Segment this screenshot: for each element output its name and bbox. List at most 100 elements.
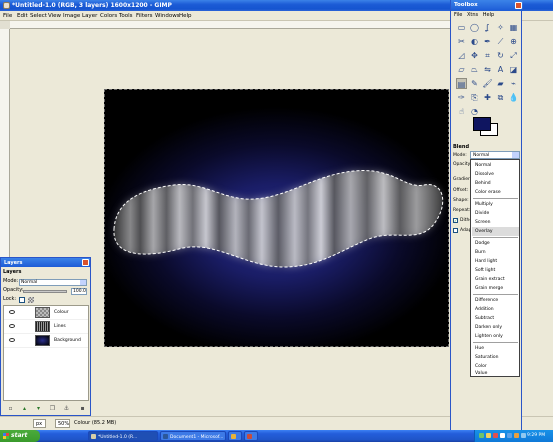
ruler-corner-button[interactable] bbox=[0, 21, 10, 29]
opacity-spinbox[interactable]: 100.0 bbox=[71, 288, 87, 295]
mode-option-dodge[interactable]: Dodge bbox=[472, 239, 519, 248]
menu-help[interactable]: Help bbox=[179, 13, 192, 19]
layer-list[interactable]: Colour Lines Background bbox=[3, 305, 89, 401]
pencil-icon[interactable]: ✎ bbox=[469, 78, 480, 89]
layer-mode-select[interactable]: Normal bbox=[19, 279, 87, 286]
color-picker-icon[interactable]: ⟋ bbox=[495, 36, 506, 47]
toolbox-menu-help[interactable]: Help bbox=[483, 12, 494, 18]
perspective-clone-icon[interactable]: ⧉ bbox=[495, 92, 506, 103]
dodge-burn-icon[interactable]: ◔ bbox=[469, 106, 480, 117]
move-icon[interactable]: ✥ bbox=[469, 50, 480, 61]
tray-app-icon[interactable] bbox=[514, 433, 519, 438]
layer-row-background[interactable]: Background bbox=[4, 334, 88, 348]
clock[interactable]: 9:29 PM bbox=[527, 433, 545, 438]
blend-icon[interactable]: ▤ bbox=[456, 78, 467, 89]
mode-option-burn[interactable]: Burn bbox=[472, 248, 519, 257]
taskbar-button-3[interactable] bbox=[228, 431, 242, 441]
perspective-icon[interactable]: ⏢ bbox=[469, 64, 480, 75]
adaptive-checkbox[interactable] bbox=[453, 228, 458, 233]
blend-mode-select[interactable]: Normal bbox=[470, 151, 520, 159]
lower-layer-icon[interactable]: ▾ bbox=[35, 405, 42, 412]
measure-icon[interactable]: ◿ bbox=[456, 50, 467, 61]
menu-tools[interactable]: Tools bbox=[119, 13, 133, 19]
menu-layer[interactable]: Layer bbox=[82, 13, 97, 19]
close-icon[interactable] bbox=[515, 2, 522, 9]
scale-icon[interactable]: ⤢ bbox=[508, 50, 519, 61]
tray-app-icon[interactable] bbox=[486, 433, 491, 438]
flip-icon[interactable]: ⇋ bbox=[482, 64, 493, 75]
layer-row-lines[interactable]: Lines bbox=[4, 320, 88, 334]
image-canvas[interactable] bbox=[104, 89, 449, 347]
eye-icon[interactable] bbox=[9, 310, 15, 314]
mode-option-grain-extract[interactable]: Grain extract bbox=[472, 275, 519, 284]
taskbar-button-4[interactable] bbox=[244, 431, 258, 441]
smudge-icon[interactable]: ☝ bbox=[456, 106, 467, 117]
anchor-layer-icon[interactable]: ⚓ bbox=[63, 405, 70, 412]
menu-image[interactable]: Image bbox=[63, 13, 80, 19]
tray-app-icon[interactable] bbox=[507, 433, 512, 438]
toolbox-titlebar[interactable]: Toolbox bbox=[451, 0, 523, 11]
paths-icon[interactable]: ✒ bbox=[482, 36, 493, 47]
menu-filters[interactable]: Filters bbox=[136, 13, 153, 19]
menu-file[interactable]: File bbox=[3, 13, 12, 19]
volume-icon[interactable] bbox=[500, 433, 505, 438]
eye-icon[interactable] bbox=[9, 324, 15, 328]
airbrush-icon[interactable]: ⌁ bbox=[508, 78, 519, 89]
bucket-fill-icon[interactable]: ◪ bbox=[508, 64, 519, 75]
taskbar-button-word[interactable]: Document1 - Microsof... bbox=[160, 431, 226, 441]
menu-colors[interactable]: Colors bbox=[100, 13, 117, 19]
mode-option-normal[interactable]: Normal bbox=[472, 161, 519, 170]
delete-layer-icon[interactable]: ▪ bbox=[79, 405, 86, 412]
free-select-icon[interactable]: ʆ bbox=[482, 22, 493, 33]
mode-option-hard-light[interactable]: Hard light bbox=[472, 257, 519, 266]
foreground-color-swatch-front[interactable] bbox=[473, 117, 491, 131]
eraser-icon[interactable]: ▰ bbox=[495, 78, 506, 89]
paintbrush-icon[interactable]: 🖌 bbox=[482, 78, 493, 89]
zoom-icon[interactable]: ⊕ bbox=[508, 36, 519, 47]
mode-option-difference[interactable]: Difference bbox=[472, 296, 519, 305]
opacity-slider[interactable] bbox=[23, 290, 67, 293]
mode-option-hue[interactable]: Hue bbox=[472, 344, 519, 353]
mode-option-dissolve[interactable]: Dissolve bbox=[472, 170, 519, 179]
clone-icon[interactable]: ⎘ bbox=[469, 92, 480, 103]
taskbar-button-gimp[interactable]: *Untitled-1.0 (R... bbox=[88, 431, 158, 441]
rotate-icon[interactable]: ↻ bbox=[495, 50, 506, 61]
tray-app-icon[interactable] bbox=[521, 433, 526, 438]
dither-checkbox[interactable]: ✓ bbox=[453, 218, 458, 223]
close-icon[interactable] bbox=[82, 259, 89, 266]
unit-select[interactable]: px bbox=[33, 419, 46, 428]
mode-option-saturation[interactable]: Saturation bbox=[472, 353, 519, 362]
color-select-icon[interactable]: ▦ bbox=[508, 22, 519, 33]
toolbox-menu-file[interactable]: File bbox=[454, 12, 462, 18]
mode-option-screen[interactable]: Screen bbox=[472, 218, 519, 227]
scissors-icon[interactable]: ✂ bbox=[456, 36, 467, 47]
convolve-icon[interactable]: 💧 bbox=[508, 92, 519, 103]
toolbox-menu-xtns[interactable]: Xtns bbox=[467, 12, 478, 18]
new-layer-icon[interactable]: ▫ bbox=[7, 405, 14, 412]
eye-icon[interactable] bbox=[9, 338, 15, 342]
security-icon[interactable] bbox=[493, 433, 498, 438]
mode-option-darken-only[interactable]: Darken only bbox=[472, 323, 519, 332]
start-button[interactable]: start bbox=[0, 430, 40, 442]
menu-view[interactable]: View bbox=[48, 13, 61, 19]
mode-option-value[interactable]: Value bbox=[472, 369, 519, 378]
mode-option-divide[interactable]: Divide bbox=[472, 209, 519, 218]
mode-option-multiply[interactable]: Multiply bbox=[472, 200, 519, 209]
mode-option-color-erase[interactable]: Color erase bbox=[472, 188, 519, 197]
mode-option-subtract[interactable]: Subtract bbox=[472, 314, 519, 323]
crop-icon[interactable]: ⌗ bbox=[482, 50, 493, 61]
menu-edit[interactable]: Edit bbox=[17, 13, 28, 19]
mode-option-overlay[interactable]: Overlay bbox=[472, 227, 519, 236]
zoom-select[interactable]: 50% bbox=[55, 419, 70, 428]
menu-windows[interactable]: Windows bbox=[155, 13, 180, 19]
shear-icon[interactable]: ▱ bbox=[456, 64, 467, 75]
network-icon[interactable] bbox=[479, 433, 484, 438]
mode-option-behind[interactable]: Behind bbox=[472, 179, 519, 188]
raise-layer-icon[interactable]: ▴ bbox=[21, 405, 28, 412]
text-icon[interactable]: A bbox=[495, 64, 506, 75]
ink-icon[interactable]: ✑ bbox=[456, 92, 467, 103]
duplicate-layer-icon[interactable]: ❐ bbox=[49, 405, 56, 412]
menu-select[interactable]: Select bbox=[30, 13, 47, 19]
fuzzy-select-icon[interactable]: ✧ bbox=[495, 22, 506, 33]
layer-row-colour[interactable]: Colour bbox=[4, 306, 88, 320]
